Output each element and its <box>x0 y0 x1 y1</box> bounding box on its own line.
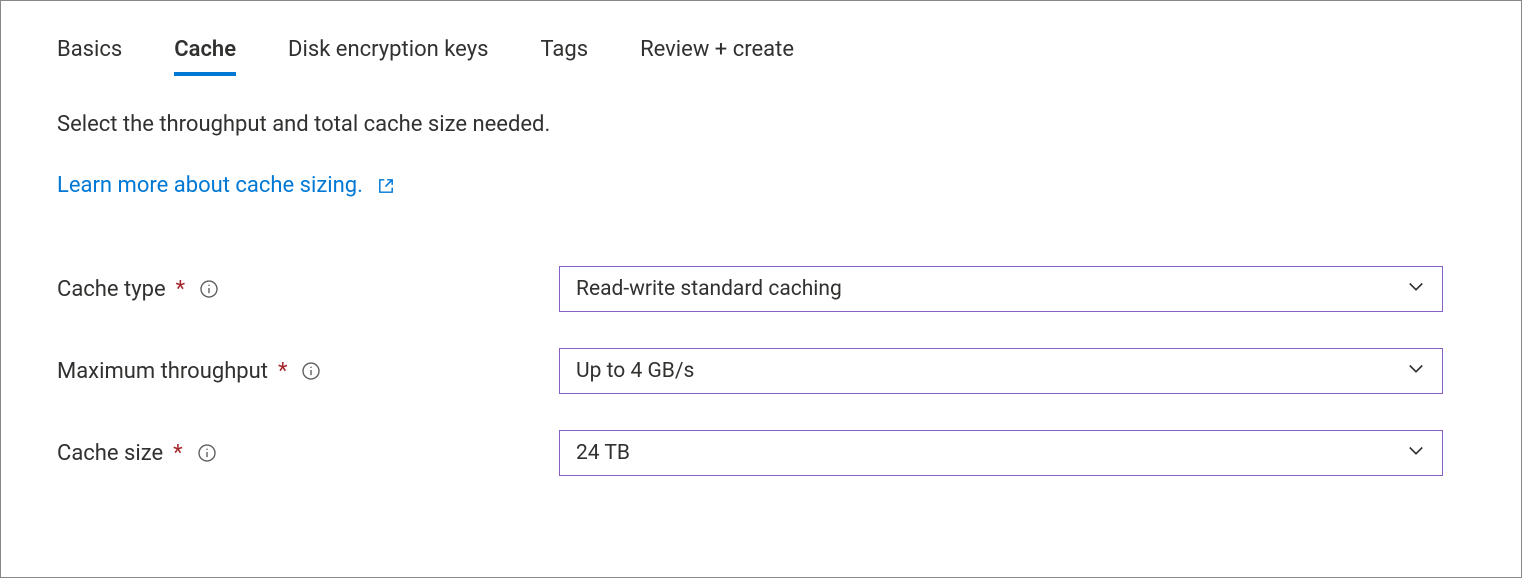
label-max-throughput-text: Maximum throughput <box>57 359 268 384</box>
learn-more-link[interactable]: Learn more about cache sizing. <box>57 173 395 198</box>
chevron-down-icon <box>1406 358 1426 384</box>
tab-bar: Basics Cache Disk encryption keys Tags R… <box>57 37 1465 76</box>
required-asterisk: * <box>173 441 182 466</box>
select-cache-type-value: Read-write standard caching <box>576 277 842 301</box>
select-max-throughput-value: Up to 4 GB/s <box>576 359 694 383</box>
label-cache-type-text: Cache type <box>57 277 166 302</box>
row-max-throughput: Maximum throughput * Up to 4 GB/s <box>57 348 1465 394</box>
required-asterisk: * <box>176 277 185 302</box>
tab-disk-encryption-keys[interactable]: Disk encryption keys <box>288 37 488 76</box>
row-cache-type: Cache type * Read-write standard caching <box>57 266 1465 312</box>
label-cache-type: Cache type * <box>57 277 559 302</box>
learn-more-link-label: Learn more about cache sizing. <box>57 173 363 198</box>
tab-cache[interactable]: Cache <box>174 37 236 76</box>
select-max-throughput[interactable]: Up to 4 GB/s <box>559 348 1443 394</box>
info-icon[interactable] <box>301 361 321 381</box>
page-description: Select the throughput and total cache si… <box>57 112 1465 137</box>
external-link-icon <box>377 177 395 195</box>
chevron-down-icon <box>1406 440 1426 466</box>
select-cache-type[interactable]: Read-write standard caching <box>559 266 1443 312</box>
chevron-down-icon <box>1406 276 1426 302</box>
info-icon[interactable] <box>197 443 217 463</box>
tab-basics[interactable]: Basics <box>57 37 122 76</box>
required-asterisk: * <box>278 359 287 384</box>
label-cache-size-text: Cache size <box>57 441 163 466</box>
info-icon[interactable] <box>199 279 219 299</box>
label-cache-size: Cache size * <box>57 441 559 466</box>
label-max-throughput: Maximum throughput * <box>57 359 559 384</box>
select-cache-size-value: 24 TB <box>576 441 630 465</box>
row-cache-size: Cache size * 24 TB <box>57 430 1465 476</box>
tab-tags[interactable]: Tags <box>540 37 588 76</box>
tab-review-create[interactable]: Review + create <box>640 37 794 76</box>
select-cache-size[interactable]: 24 TB <box>559 430 1443 476</box>
